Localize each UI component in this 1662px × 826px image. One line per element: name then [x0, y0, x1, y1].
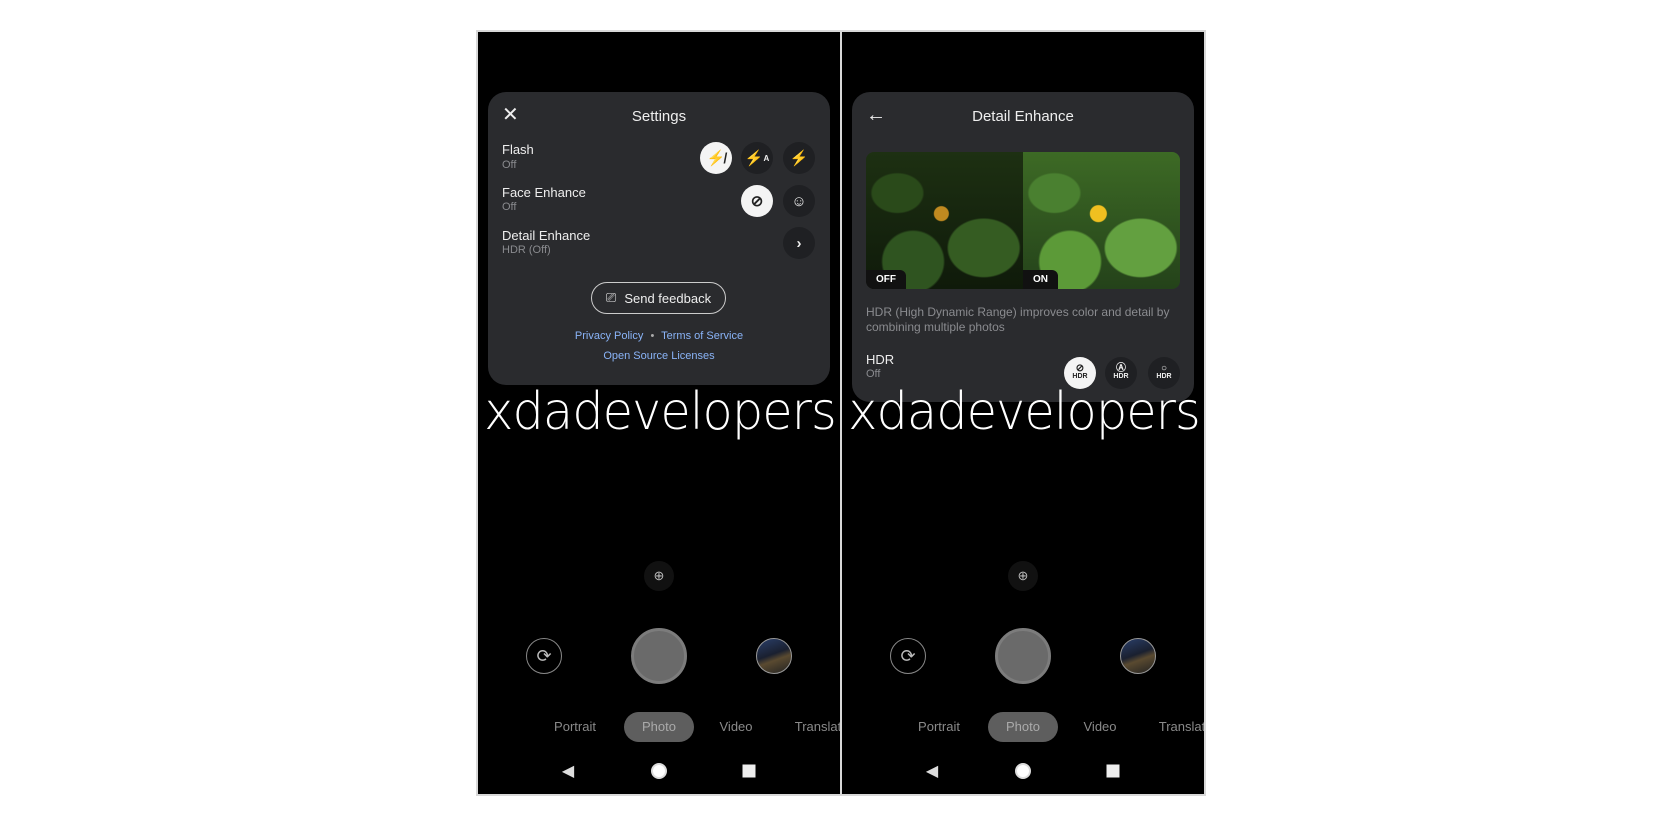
nav-home-icon[interactable] — [651, 763, 667, 779]
panel-title: Settings — [631, 108, 687, 125]
shutter-button[interactable] — [631, 628, 687, 684]
mode-translate[interactable]: Translat — [777, 712, 840, 742]
nav-recents-icon[interactable] — [742, 764, 756, 778]
face-enhance-label: Face Enhance — [502, 185, 586, 200]
legal-links: Privacy Policy • Terms of Service — [488, 330, 830, 342]
gallery-thumbnail[interactable] — [1120, 638, 1156, 674]
phone-detail-enhance: ← Detail Enhance OFF ON HDR (High Dynami… — [842, 32, 1204, 794]
detail-enhance-value: HDR (Off) — [502, 244, 551, 256]
mode-video[interactable]: Video — [1065, 712, 1134, 742]
mode-selector: Portrait Photo Video Translat — [842, 712, 1204, 742]
shutter-button[interactable] — [995, 628, 1051, 684]
switch-camera-icon[interactable]: ⟳ — [890, 638, 926, 674]
detail-enhance-label: Detail Enhance — [502, 228, 591, 243]
privacy-policy-link[interactable]: Privacy Policy — [575, 330, 643, 342]
open-source-licenses-link[interactable]: Open Source Licenses — [488, 350, 830, 362]
settings-panel: ✕ Settings Flash Off ⚡̸ ⚡ A ⚡ Face Enhanc… — [488, 92, 830, 385]
flash-value: Off — [502, 159, 517, 171]
watermark: xdadevelopers — [848, 382, 1201, 442]
send-feedback-label: Send feedback — [624, 290, 712, 306]
hdr-auto-text: HDR — [1113, 373, 1129, 380]
flash-label: Flash — [502, 142, 534, 157]
send-feedback-button[interactable]: ⎚ Send feedback — [591, 282, 726, 314]
feedback-icon: ⎚ — [605, 290, 617, 305]
flash-off-icon[interactable]: ⚡̸ — [700, 142, 732, 174]
hdr-description: HDR (High Dynamic Range) improves color … — [866, 305, 1170, 334]
mode-selector: Portrait Photo Video Translat — [478, 712, 840, 742]
flash-on-icon[interactable]: ⚡ — [783, 142, 815, 174]
hdr-off-sample: OFF — [866, 152, 1023, 289]
mode-photo[interactable]: Photo — [988, 712, 1058, 742]
nav-back-icon[interactable]: ◀ — [562, 761, 574, 781]
mode-portrait[interactable]: Portrait — [536, 712, 614, 742]
face-enhance-on-icon[interactable]: ☺ — [783, 185, 815, 217]
mode-video[interactable]: Video — [701, 712, 770, 742]
watermark: xdadevelopers — [484, 382, 837, 442]
nav-recents-icon[interactable] — [1106, 764, 1120, 778]
mode-portrait[interactable]: Portrait — [900, 712, 978, 742]
switch-camera-icon[interactable]: ⟳ — [526, 638, 562, 674]
hdr-value: Off — [866, 368, 881, 380]
hdr-on-text: HDR — [1156, 373, 1172, 380]
zoom-in-icon[interactable]: ⊕ — [644, 561, 674, 591]
hdr-label: HDR — [866, 352, 895, 367]
face-enhance-value: Off — [502, 201, 517, 213]
off-tag: OFF — [866, 270, 906, 289]
mode-translate[interactable]: Translat — [1141, 712, 1204, 742]
terms-of-service-link[interactable]: Terms of Service — [661, 330, 743, 342]
hdr-comparison-image: OFF ON — [866, 152, 1180, 289]
on-tag: ON — [1023, 270, 1058, 289]
panel-title: Detail Enhance — [972, 108, 1074, 125]
chevron-right-icon[interactable]: › — [783, 227, 815, 259]
hdr-on-sample: ON — [1023, 152, 1180, 289]
mode-photo[interactable]: Photo — [624, 712, 694, 742]
nav-back-icon[interactable]: ◀ — [926, 761, 938, 781]
zoom-in-icon[interactable]: ⊕ — [1008, 561, 1038, 591]
face-enhance-off-icon[interactable]: ⊘ — [741, 185, 773, 217]
hdr-off-text: HDR — [1072, 373, 1088, 380]
phone-settings: ✕ Settings Flash Off ⚡̸ ⚡ A ⚡ Face Enhanc… — [478, 32, 840, 794]
flash-auto-icon[interactable]: ⚡ A — [741, 142, 773, 174]
detail-enhance-panel: ← Detail Enhance OFF ON HDR (High Dynami… — [852, 92, 1194, 402]
nav-home-icon[interactable] — [1015, 763, 1031, 779]
gallery-thumbnail[interactable] — [756, 638, 792, 674]
link-separator: • — [650, 330, 655, 342]
